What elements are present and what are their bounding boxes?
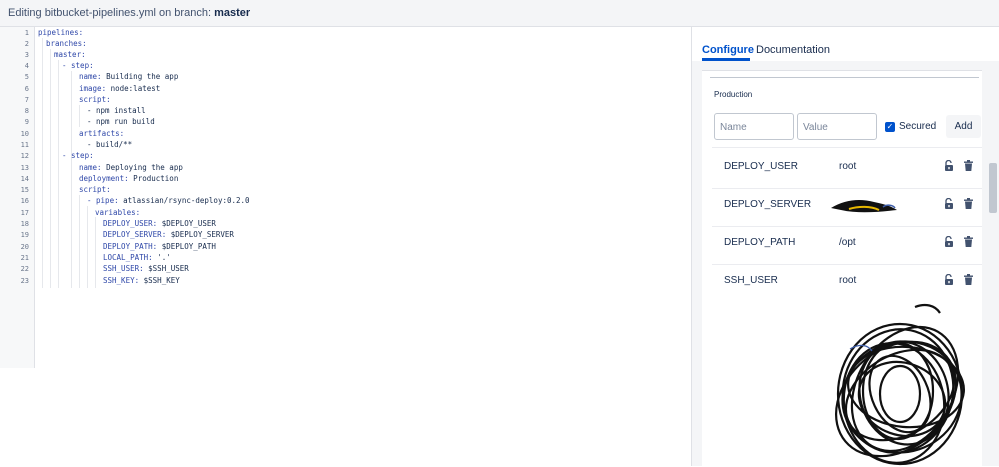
line-number: 20 — [20, 243, 29, 251]
code-line: LOCAL_PATH: '.' — [103, 253, 171, 262]
line-gutter: 1 2 3 4 5 6 7 8 9 10 11 12 13 14 15 16 1… — [0, 27, 35, 368]
trash-icon[interactable] — [964, 274, 973, 285]
row-divider — [712, 147, 982, 148]
indent-guide — [79, 195, 80, 288]
line-number: 14 — [20, 175, 29, 183]
variable-name: DEPLOY_SERVER — [724, 199, 812, 210]
indent-guide — [58, 60, 59, 288]
line-number: 3 — [24, 51, 29, 59]
line-number: 2 — [24, 40, 29, 48]
code-line: master: — [54, 50, 86, 59]
code-editor[interactable]: 1 2 3 4 5 6 7 8 9 10 11 12 13 14 15 16 1… — [0, 27, 691, 466]
line-number: 11 — [20, 141, 29, 149]
editing-title: Editing bitbucket-pipelines.yml on branc… — [8, 7, 250, 19]
unlocked-padlock-icon[interactable] — [944, 274, 955, 286]
line-number: 4 — [24, 62, 29, 70]
line-number: 21 — [20, 254, 29, 262]
code-line: script: — [79, 185, 111, 194]
code-line: artifacts: — [79, 129, 125, 138]
unlocked-padlock-icon[interactable] — [944, 198, 955, 210]
code-line: SSH_KEY: $SSH_KEY — [103, 276, 180, 285]
code-line: - step: — [62, 151, 94, 160]
unlocked-padlock-icon[interactable] — [944, 236, 955, 248]
indent-guide — [87, 206, 88, 288]
redaction-scribble — [831, 200, 897, 213]
code-line: - npm install — [87, 106, 146, 115]
code-line: name: Deploying the app — [79, 163, 183, 172]
line-number: 19 — [20, 231, 29, 239]
indent-guide — [79, 105, 80, 127]
panel-tabs: Configure Documentation — [692, 27, 999, 61]
indent-guide — [50, 49, 51, 288]
line-number: 10 — [20, 130, 29, 138]
code-line: script: — [79, 95, 111, 104]
side-panel: Configure Documentation Production Name … — [691, 27, 999, 466]
trash-icon[interactable] — [964, 198, 973, 209]
line-number: 16 — [20, 197, 29, 205]
code-line: SSH_USER: $SSH_USER — [103, 264, 189, 273]
line-number: 17 — [20, 209, 29, 217]
deployment-variables-panel: Production Name Value ✓ Secured Add DEPL… — [702, 70, 982, 466]
code-line: DEPLOY_SERVER: $DEPLOY_SERVER — [103, 230, 234, 239]
line-number: 1 — [24, 29, 29, 37]
scrollbar-thumb[interactable] — [989, 163, 997, 213]
secured-label: Secured — [899, 121, 937, 132]
line-number: 7 — [24, 96, 29, 104]
unlocked-padlock-icon[interactable] — [944, 160, 955, 172]
indent-guide — [42, 38, 43, 288]
code-line: pipelines: — [38, 28, 84, 37]
tab-documentation[interactable]: Documentation — [756, 44, 830, 56]
editing-prefix: Editing bitbucket-pipelines.yml on branc… — [8, 7, 212, 19]
code-line: - pipe: atlassian/rsync-deploy:0.2.0 — [87, 196, 250, 205]
variable-row: DEPLOY_SERVER — [712, 187, 982, 225]
code-line: DEPLOY_USER: $DEPLOY_USER — [103, 219, 216, 228]
variable-value: /opt — [839, 237, 856, 248]
line-number: 8 — [24, 107, 29, 115]
code-line: - step: — [62, 61, 94, 70]
environment-label: Production — [714, 90, 753, 99]
editor-header: Editing bitbucket-pipelines.yml on branc… — [0, 0, 999, 27]
code-line: image: node:latest — [79, 84, 161, 93]
line-number: 9 — [24, 118, 29, 126]
variable-row: DEPLOY_USER root — [712, 149, 982, 187]
line-number: 15 — [20, 186, 29, 194]
tab-configure[interactable]: Configure — [702, 44, 754, 56]
variable-value-input[interactable]: Value — [797, 113, 877, 140]
code-line: - npm run build — [87, 117, 155, 126]
code-line: deployment: Production — [79, 174, 179, 183]
line-number: 6 — [24, 85, 29, 93]
trash-icon[interactable] — [964, 160, 973, 171]
code-line: branches: — [46, 39, 87, 48]
trash-icon[interactable] — [964, 236, 973, 247]
panel-scrollbar[interactable] — [988, 71, 998, 466]
line-number: 18 — [20, 220, 29, 228]
redaction-scribble — [834, 303, 965, 466]
line-number: 5 — [24, 73, 29, 81]
indent-guide — [95, 217, 96, 288]
code-line: name: Building the app — [79, 72, 179, 81]
variable-name: DEPLOY_USER — [724, 161, 798, 172]
indent-guide — [71, 71, 72, 288]
line-number: 13 — [20, 164, 29, 172]
line-number: 23 — [20, 277, 29, 285]
variable-row: SSH_USER root — [712, 263, 982, 301]
code-line: variables: — [95, 208, 141, 217]
variable-value: root — [839, 275, 857, 286]
code-line: DEPLOY_PATH: $DEPLOY_PATH — [103, 242, 216, 251]
variable-row: DEPLOY_PATH /opt — [712, 225, 982, 263]
active-tab-indicator — [702, 58, 750, 61]
line-number: 22 — [20, 265, 29, 273]
checkmark-icon: ✓ — [886, 122, 894, 131]
section-divider — [710, 77, 979, 78]
variable-name-input[interactable]: Name — [714, 113, 794, 140]
code-line: - build/** — [87, 140, 133, 149]
variable-name: DEPLOY_PATH — [724, 237, 796, 248]
add-variable-button[interactable]: Add — [946, 115, 981, 138]
branch-name: master — [214, 7, 251, 19]
variable-name: SSH_USER — [724, 275, 778, 286]
line-number: 12 — [20, 152, 29, 160]
variable-value: root — [839, 161, 857, 172]
secured-checkbox[interactable]: ✓ — [885, 122, 895, 132]
